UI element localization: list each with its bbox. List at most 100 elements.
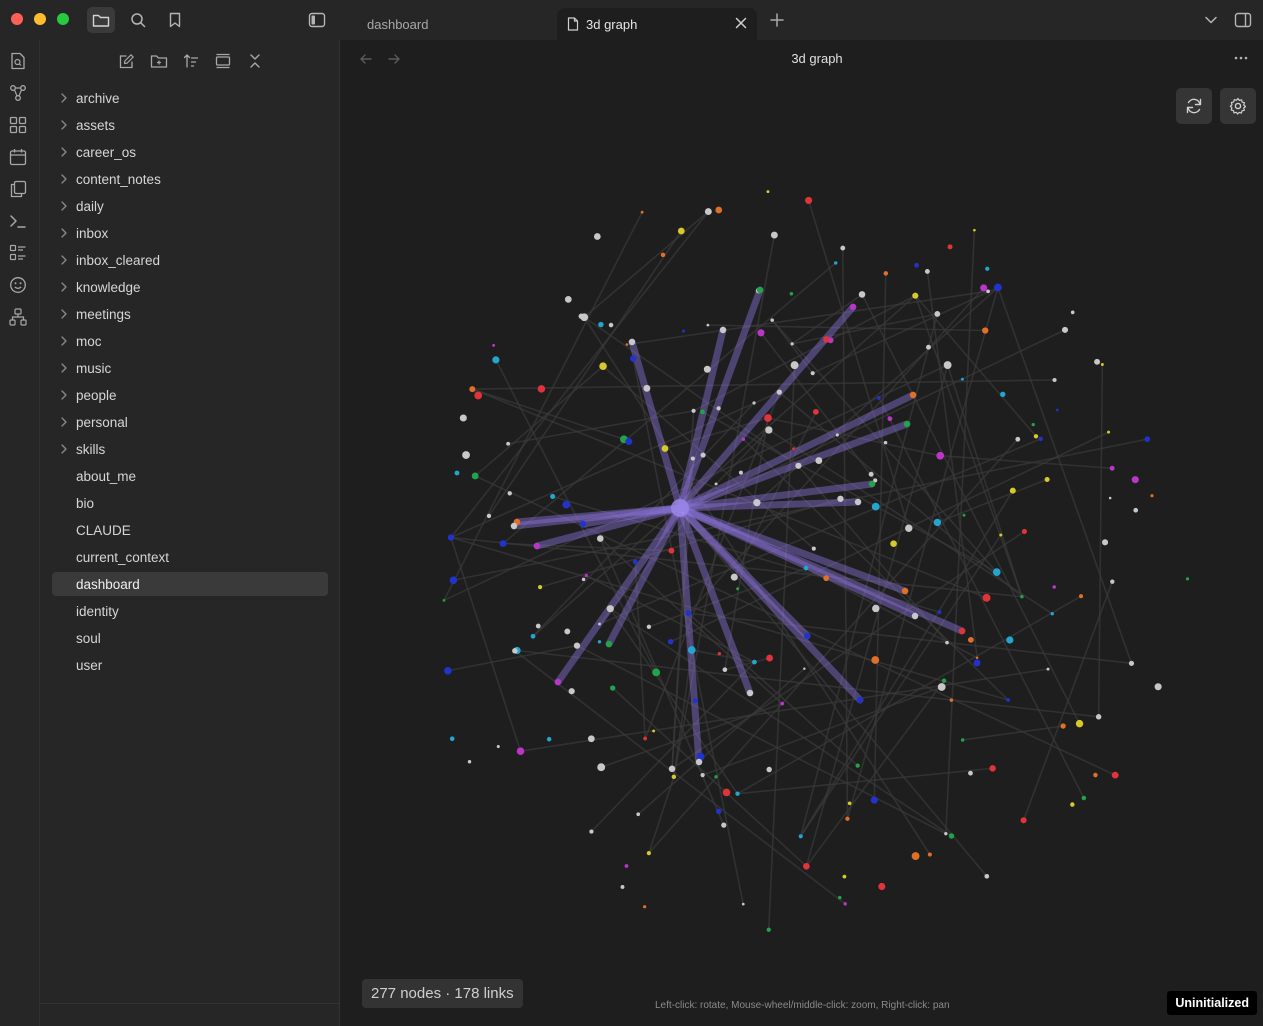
graph-node[interactable] xyxy=(722,667,728,673)
graph-node[interactable] xyxy=(854,498,862,506)
collapse-view-icon[interactable] xyxy=(212,52,234,70)
graph-node[interactable] xyxy=(914,262,919,268)
graph-node[interactable] xyxy=(845,816,850,821)
toggle-right-sidebar-button[interactable] xyxy=(1229,7,1257,33)
graph-node[interactable] xyxy=(815,457,823,465)
graph-node[interactable] xyxy=(499,540,507,547)
graph-node[interactable] xyxy=(700,772,705,778)
graph-node[interactable] xyxy=(843,902,847,906)
graph-node[interactable] xyxy=(1154,683,1162,691)
graph-node[interactable] xyxy=(936,451,945,460)
graph-node[interactable] xyxy=(704,208,712,216)
graph-node[interactable] xyxy=(735,791,740,796)
graph-node[interactable] xyxy=(610,685,616,691)
graph-node[interactable] xyxy=(643,384,651,392)
graph-node[interactable] xyxy=(805,196,813,204)
graph-node[interactable] xyxy=(562,500,571,509)
graph-node[interactable] xyxy=(715,206,723,214)
graph-node[interactable] xyxy=(1111,771,1119,779)
graph-node[interactable] xyxy=(999,533,1003,537)
graph-node[interactable] xyxy=(624,864,629,868)
graph-node[interactable] xyxy=(596,535,604,542)
graph-node[interactable] xyxy=(1128,660,1135,666)
graph-node[interactable] xyxy=(876,396,881,400)
graph-node[interactable] xyxy=(507,491,512,496)
graph-node[interactable] xyxy=(766,654,773,662)
graph-node[interactable] xyxy=(1009,487,1016,494)
graph-node[interactable] xyxy=(937,683,946,691)
graph-node[interactable] xyxy=(789,292,794,296)
graph-node[interactable] xyxy=(593,233,601,240)
graph-node[interactable] xyxy=(581,577,586,582)
graph-node[interactable] xyxy=(687,646,696,654)
graph-node[interactable] xyxy=(537,584,543,590)
graph-node[interactable] xyxy=(872,604,880,613)
graph-node[interactable] xyxy=(937,610,942,615)
graph-node[interactable] xyxy=(847,801,852,806)
graph-node[interactable] xyxy=(973,228,976,232)
graph-node[interactable] xyxy=(980,284,988,292)
graph-node[interactable] xyxy=(628,338,636,346)
graph-node[interactable] xyxy=(598,622,601,626)
graph-node[interactable] xyxy=(573,642,581,649)
graph-node[interactable] xyxy=(790,361,799,370)
file-item[interactable]: about_me xyxy=(52,464,328,488)
graph-node[interactable] xyxy=(948,833,955,839)
graph-node[interactable] xyxy=(516,747,525,756)
graph-node[interactable] xyxy=(868,471,874,477)
graph-node[interactable] xyxy=(690,456,695,461)
graph-node[interactable] xyxy=(1038,436,1043,442)
graph-node[interactable] xyxy=(714,482,718,486)
graph-node[interactable] xyxy=(766,766,772,773)
graph-node[interactable] xyxy=(982,593,991,602)
graph-node[interactable] xyxy=(780,701,785,706)
graph-node[interactable] xyxy=(941,678,947,683)
graph-node[interactable] xyxy=(943,361,952,369)
graph-node[interactable] xyxy=(584,573,588,578)
graph-node[interactable] xyxy=(1020,594,1024,599)
graph-node[interactable] xyxy=(947,244,953,250)
graph-node[interactable] xyxy=(459,414,467,422)
close-tab-icon[interactable] xyxy=(734,16,748,30)
graph-node[interactable] xyxy=(1000,391,1006,397)
graph-node[interactable] xyxy=(960,377,964,381)
graph-node[interactable] xyxy=(546,736,552,742)
graph-node[interactable] xyxy=(986,289,990,294)
graph-node[interactable] xyxy=(620,885,625,889)
graph-node[interactable] xyxy=(730,573,738,581)
folder-item[interactable]: inbox_cleared xyxy=(52,248,328,272)
graph-node[interactable] xyxy=(454,470,460,476)
graph-node[interactable] xyxy=(587,735,595,743)
graph-node[interactable] xyxy=(890,540,897,547)
graph-node[interactable] xyxy=(927,852,932,857)
graph-node[interactable] xyxy=(462,451,470,459)
graph-node[interactable] xyxy=(756,286,764,294)
graph-node[interactable] xyxy=(933,518,942,527)
graph-node[interactable] xyxy=(842,874,847,879)
graph-node[interactable] xyxy=(652,668,661,677)
graph-node[interactable] xyxy=(837,895,842,900)
graph-node[interactable] xyxy=(776,389,782,395)
graph-node[interactable] xyxy=(715,808,722,815)
graph-node[interactable] xyxy=(1060,723,1066,729)
graph-node[interactable] xyxy=(692,698,698,704)
graph-node[interactable] xyxy=(752,659,757,665)
graph-node[interactable] xyxy=(640,210,644,214)
graph-node[interactable] xyxy=(717,651,722,656)
graph-node[interactable] xyxy=(944,831,948,836)
bookmarks-button[interactable] xyxy=(161,7,189,33)
file-item[interactable]: dashboard xyxy=(52,572,328,596)
graph-node[interactable] xyxy=(949,698,954,702)
graph-node[interactable] xyxy=(469,386,476,393)
graph-node[interactable] xyxy=(883,271,889,276)
graph-node[interactable] xyxy=(606,605,614,613)
graph-node[interactable] xyxy=(992,568,1001,576)
graph-node[interactable] xyxy=(471,472,479,480)
graph-node[interactable] xyxy=(1061,326,1069,333)
graph-node[interactable] xyxy=(870,796,878,804)
graph-node[interactable] xyxy=(703,365,711,373)
folder-item[interactable]: archive xyxy=(52,86,328,110)
graph-node[interactable] xyxy=(599,362,607,371)
graph-node[interactable] xyxy=(671,774,677,780)
graph-node[interactable] xyxy=(871,502,880,511)
